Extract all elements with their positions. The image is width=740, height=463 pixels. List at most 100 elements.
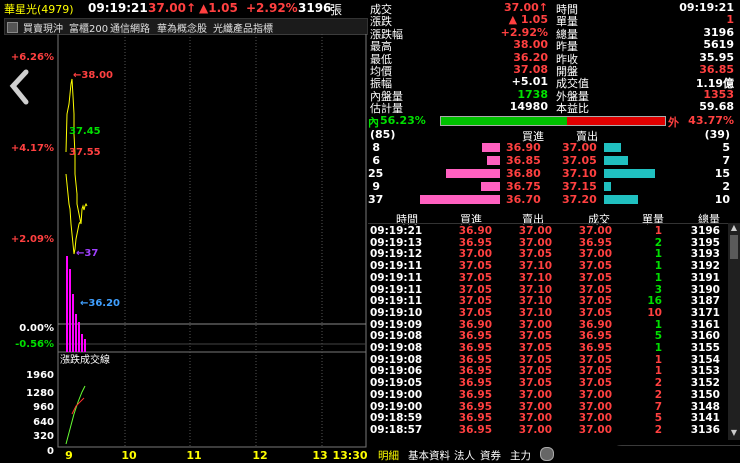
tick-lot: 1 xyxy=(654,353,662,366)
tick-ask: 37.05 xyxy=(518,342,552,354)
tick-row[interactable]: 09:19:11 37.05 37.10 37.05 3 3190 xyxy=(368,284,740,296)
tick-total: 3153 xyxy=(690,365,720,378)
tick-ask: 37.05 xyxy=(518,365,552,378)
last-price: 37.00↑ xyxy=(148,1,197,15)
ask-qty: 10 xyxy=(714,193,730,206)
tick-ask: 37.00 xyxy=(518,225,552,237)
tick-bid: 36.95 xyxy=(458,353,492,366)
quote-left-value: ▲ 1.05 xyxy=(508,13,548,27)
tab-detail[interactable]: 明細 xyxy=(378,448,399,463)
tag-day-trade[interactable]: 買賣現沖 xyxy=(23,20,63,35)
scroll-up-icon[interactable]: ▲ xyxy=(729,223,739,233)
bid-price: 36.70 xyxy=(506,193,541,206)
tick-time: 09:19:13 xyxy=(370,236,423,249)
tab-main-force[interactable]: 主力 xyxy=(510,448,531,463)
tab-margin[interactable]: 資券 xyxy=(480,448,501,463)
tag-fiber[interactable]: 光纖產品指標 xyxy=(213,20,273,35)
tick-total: 3141 xyxy=(690,412,720,425)
tick-total: 3195 xyxy=(690,236,720,249)
tick-row[interactable]: 09:19:11 37.05 37.10 37.05 1 3191 xyxy=(368,272,740,284)
tick-lot: 2 xyxy=(654,236,662,249)
tick-lot: 1 xyxy=(654,342,662,354)
tick-deal: 36.95 xyxy=(578,330,612,343)
ask-price: 37.20 xyxy=(562,193,597,206)
tick-row[interactable]: 09:19:08 36.95 37.05 36.95 5 3160 xyxy=(368,330,740,342)
quote-left-value: +5.01 xyxy=(511,75,548,89)
tag-otc200[interactable]: 富櫃200 xyxy=(69,20,108,35)
ask-qty: 15 xyxy=(714,167,730,180)
tick-row[interactable]: 09:19:21 36.90 37.00 37.00 1 3196 xyxy=(368,225,740,237)
tick-row[interactable]: 09:19:08 36.95 37.05 36.95 1 3155 xyxy=(368,342,740,354)
tick-row[interactable]: 09:19:12 37.00 37.05 37.00 1 3193 xyxy=(368,248,740,260)
tick-total: 3155 xyxy=(690,342,720,354)
tab-basic-info[interactable]: 基本資料 xyxy=(408,448,450,463)
tick-total: 3152 xyxy=(690,377,720,390)
tab-institutional[interactable]: 法人 xyxy=(454,448,475,463)
tick-total: 3193 xyxy=(690,248,720,261)
tick-time: 09:19:08 xyxy=(370,353,423,366)
quote-right-value: 09:19:21 xyxy=(679,1,734,14)
bid-qty: 9 xyxy=(372,180,380,193)
tick-row[interactable]: 09:19:00 36.95 37.00 37.00 7 3148 xyxy=(368,401,740,413)
ask-qty-bar xyxy=(604,156,628,165)
subchart-title: 漲跌成交線 xyxy=(60,353,110,366)
tick-row[interactable]: 09:19:00 36.95 37.00 37.00 2 3150 xyxy=(368,389,740,401)
tick-row[interactable]: 09:18:57 36.95 37.00 37.00 2 3136 xyxy=(368,424,740,436)
tick-total: 3196 xyxy=(690,225,720,237)
bid-qty: 37 xyxy=(368,193,384,206)
tick-bid: 37.05 xyxy=(458,271,492,284)
tick-lot: 7 xyxy=(654,400,662,413)
tick-total: 3191 xyxy=(690,271,720,284)
tag-huawei[interactable]: 華為概念股 xyxy=(157,20,207,35)
tick-row[interactable]: 09:19:06 36.95 37.05 37.05 1 3153 xyxy=(368,365,740,377)
tick-bid: 37.05 xyxy=(458,283,492,296)
tick-row[interactable]: 09:19:09 36.90 37.00 36.90 1 3161 xyxy=(368,319,740,331)
quote-left-value: 37.08 xyxy=(513,63,548,76)
quote-right-value: 1 xyxy=(726,13,734,27)
tick-bid: 36.95 xyxy=(458,330,492,343)
tick-row[interactable]: 09:19:05 36.95 37.05 37.05 2 3152 xyxy=(368,377,740,389)
tick-bid: 36.95 xyxy=(458,342,492,354)
intraday-chart[interactable]: +6.26% +4.17% +2.09% 0.00% -0.56% ←38.00… xyxy=(0,34,368,463)
scroll-down-icon[interactable]: ▼ xyxy=(729,428,739,438)
x-label-12: 12 xyxy=(252,449,267,462)
bid-price: 36.80 xyxy=(506,167,541,180)
price-change: ▲1.05 xyxy=(199,1,238,15)
tick-ask: 37.00 xyxy=(518,388,552,401)
tick-row[interactable]: 09:19:11 37.05 37.10 37.05 1 3192 xyxy=(368,260,740,272)
tick-bid: 36.95 xyxy=(458,412,492,425)
quote-left-value: 37.00↑ xyxy=(503,1,548,14)
tick-ask: 37.00 xyxy=(518,236,552,249)
tick-lot: 5 xyxy=(654,330,662,343)
tick-row[interactable]: 09:19:08 36.95 37.05 37.05 1 3154 xyxy=(368,354,740,366)
tick-time: 09:19:00 xyxy=(370,400,423,413)
quote-left-value: 1738 xyxy=(517,87,548,101)
bid-price: 36.90 xyxy=(506,141,541,154)
tick-total: 3161 xyxy=(690,318,720,331)
tick-deal: 37.05 xyxy=(578,295,612,308)
stock-symbol[interactable]: 華星光(4979) xyxy=(4,1,74,17)
annotation-3745: 37.45 xyxy=(69,126,101,137)
tick-lot: 1 xyxy=(654,365,662,378)
scroll-thumb[interactable] xyxy=(730,235,738,259)
tick-time: 09:19:21 xyxy=(370,225,423,237)
tick-row[interactable]: 09:19:11 37.05 37.10 37.05 16 3187 xyxy=(368,295,740,307)
tick-row[interactable]: 09:19:10 37.05 37.10 37.05 10 3171 xyxy=(368,307,740,319)
tick-deal: 37.05 xyxy=(578,271,612,284)
bid-qty-bar xyxy=(445,169,500,178)
tick-total: 3148 xyxy=(690,400,720,413)
tick-scrollbar[interactable]: ▲ ▼ xyxy=(728,223,740,440)
tag-telecom[interactable]: 通信網路 xyxy=(110,20,150,35)
tick-total: 3154 xyxy=(690,353,720,366)
tick-deal: 37.00 xyxy=(578,412,612,425)
annotation-low: ←36.20 xyxy=(80,298,120,309)
ask-qty-bar xyxy=(604,182,611,191)
tag-checkbox-icon[interactable] xyxy=(7,22,18,33)
tick-row[interactable]: 09:19:13 36.95 37.00 36.95 2 3195 xyxy=(368,237,740,249)
tick-lot: 2 xyxy=(654,423,662,436)
tick-bid: 37.05 xyxy=(458,306,492,319)
tick-time: 09:19:11 xyxy=(370,295,423,308)
annotation-3755: 37.55 xyxy=(69,147,101,158)
tick-row[interactable]: 09:18:59 36.95 37.00 37.00 5 3141 xyxy=(368,412,740,424)
globe-icon[interactable] xyxy=(540,447,554,461)
